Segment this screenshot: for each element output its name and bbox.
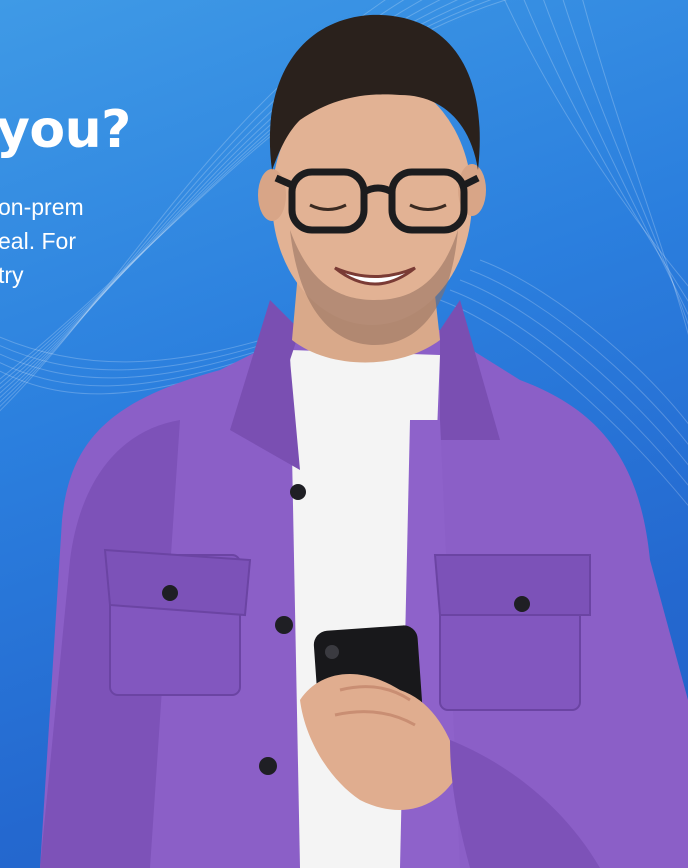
jacket-button [275,616,293,634]
jacket-button [259,757,277,775]
hero-banner: you? on-prem eal. For try [0,0,688,868]
jacket-button [514,596,530,612]
jacket-button [290,484,306,500]
person-with-phone-photo [40,14,688,868]
jacket-button [162,585,178,601]
